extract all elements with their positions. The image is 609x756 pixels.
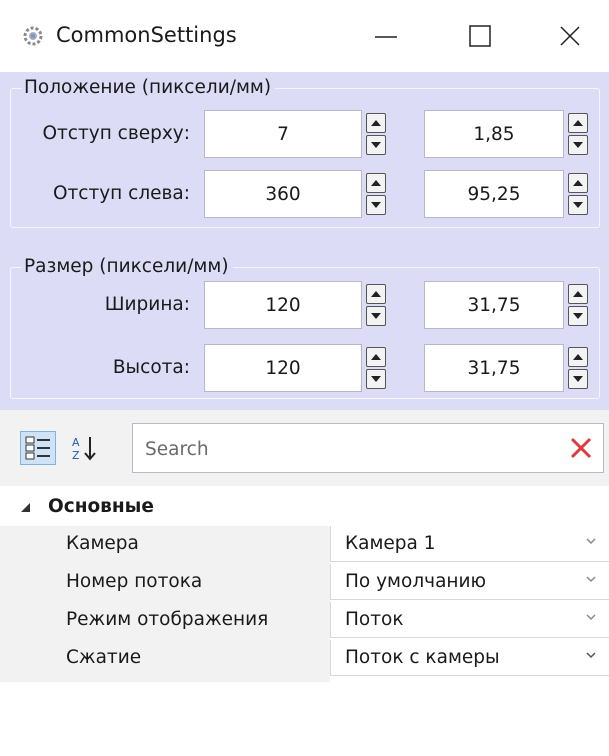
close-button[interactable] <box>540 14 600 58</box>
property-value: По умолчанию <box>345 571 487 592</box>
spin-down-icon[interactable] <box>366 135 386 155</box>
left-offset-mm-input[interactable]: 95,25 <box>424 170 564 218</box>
spin-down-icon[interactable] <box>568 135 588 155</box>
chevron-down-icon[interactable] <box>585 535 597 547</box>
collapse-triangle-icon[interactable] <box>20 499 32 518</box>
position-group-label: Положение (пиксели/мм) <box>22 76 276 100</box>
categorized-view-icon[interactable] <box>20 431 56 465</box>
property-value: Поток <box>345 609 404 630</box>
property-name: Режим отображения <box>66 609 269 630</box>
property-value-dropdown[interactable]: Камера 1 <box>330 526 609 562</box>
spin-down-icon[interactable] <box>568 306 588 326</box>
height-px-input[interactable]: 120 <box>204 344 362 392</box>
spin-down-icon[interactable] <box>366 369 386 389</box>
width-mm-spinner[interactable] <box>568 284 588 326</box>
spin-down-icon[interactable] <box>568 195 588 215</box>
sort-az-icon[interactable]: A Z <box>66 431 102 465</box>
top-offset-label: Отступ сверху: <box>42 123 190 144</box>
svg-text:A: A <box>72 436 80 449</box>
gear-icon <box>22 25 44 47</box>
left-offset-mm-spinner[interactable] <box>568 173 588 215</box>
left-offset-px-spinner[interactable] <box>366 173 386 215</box>
svg-text:Z: Z <box>72 449 80 462</box>
spin-up-icon[interactable] <box>366 347 386 367</box>
spin-up-icon[interactable] <box>568 347 588 367</box>
height-px-spinner[interactable] <box>366 347 386 389</box>
height-mm-input[interactable]: 31,75 <box>424 344 564 392</box>
property-value: Камера 1 <box>345 533 436 554</box>
width-px-input[interactable]: 120 <box>204 281 362 329</box>
spin-up-icon[interactable] <box>568 284 588 304</box>
property-value-dropdown[interactable]: По умолчанию <box>330 564 609 600</box>
top-offset-mm-spinner[interactable] <box>568 113 588 155</box>
top-offset-px-input[interactable]: 7 <box>204 110 362 158</box>
width-px-spinner[interactable] <box>366 284 386 326</box>
chevron-down-icon[interactable] <box>585 649 597 661</box>
property-name: Номер потока <box>66 571 203 592</box>
size-group-label: Размер (пиксели/мм) <box>22 255 233 279</box>
window-title: CommonSettings <box>56 23 237 47</box>
property-name: Камера <box>66 533 139 554</box>
height-label: Высота: <box>112 357 190 378</box>
chevron-down-icon[interactable] <box>585 611 597 623</box>
search-input[interactable] <box>145 436 545 462</box>
spin-down-icon[interactable] <box>568 369 588 389</box>
spin-up-icon[interactable] <box>366 284 386 304</box>
spin-down-icon[interactable] <box>366 306 386 326</box>
height-mm-spinner[interactable] <box>568 347 588 389</box>
minimize-button[interactable] <box>356 14 416 58</box>
left-offset-label: Отступ слева: <box>52 183 190 204</box>
property-value-dropdown[interactable]: Поток с камеры <box>330 640 609 676</box>
left-offset-px-input[interactable]: 360 <box>204 170 362 218</box>
property-value: Поток с камеры <box>345 647 500 668</box>
top-offset-mm-input[interactable]: 1,85 <box>424 110 564 158</box>
width-label: Ширина: <box>104 294 190 315</box>
width-mm-input[interactable]: 31,75 <box>424 281 564 329</box>
spin-down-icon[interactable] <box>366 195 386 215</box>
spin-up-icon[interactable] <box>568 113 588 133</box>
top-offset-px-spinner[interactable] <box>366 113 386 155</box>
spin-up-icon[interactable] <box>366 173 386 193</box>
category-label: Основные <box>48 496 154 517</box>
spin-up-icon[interactable] <box>568 173 588 193</box>
spin-up-icon[interactable] <box>366 113 386 133</box>
search-box[interactable] <box>132 423 604 473</box>
clear-x-icon[interactable] <box>567 434 595 462</box>
property-name: Сжатие <box>66 647 142 668</box>
maximize-button[interactable] <box>450 14 510 58</box>
property-value-dropdown[interactable]: Поток <box>330 602 609 638</box>
chevron-down-icon[interactable] <box>585 573 597 585</box>
